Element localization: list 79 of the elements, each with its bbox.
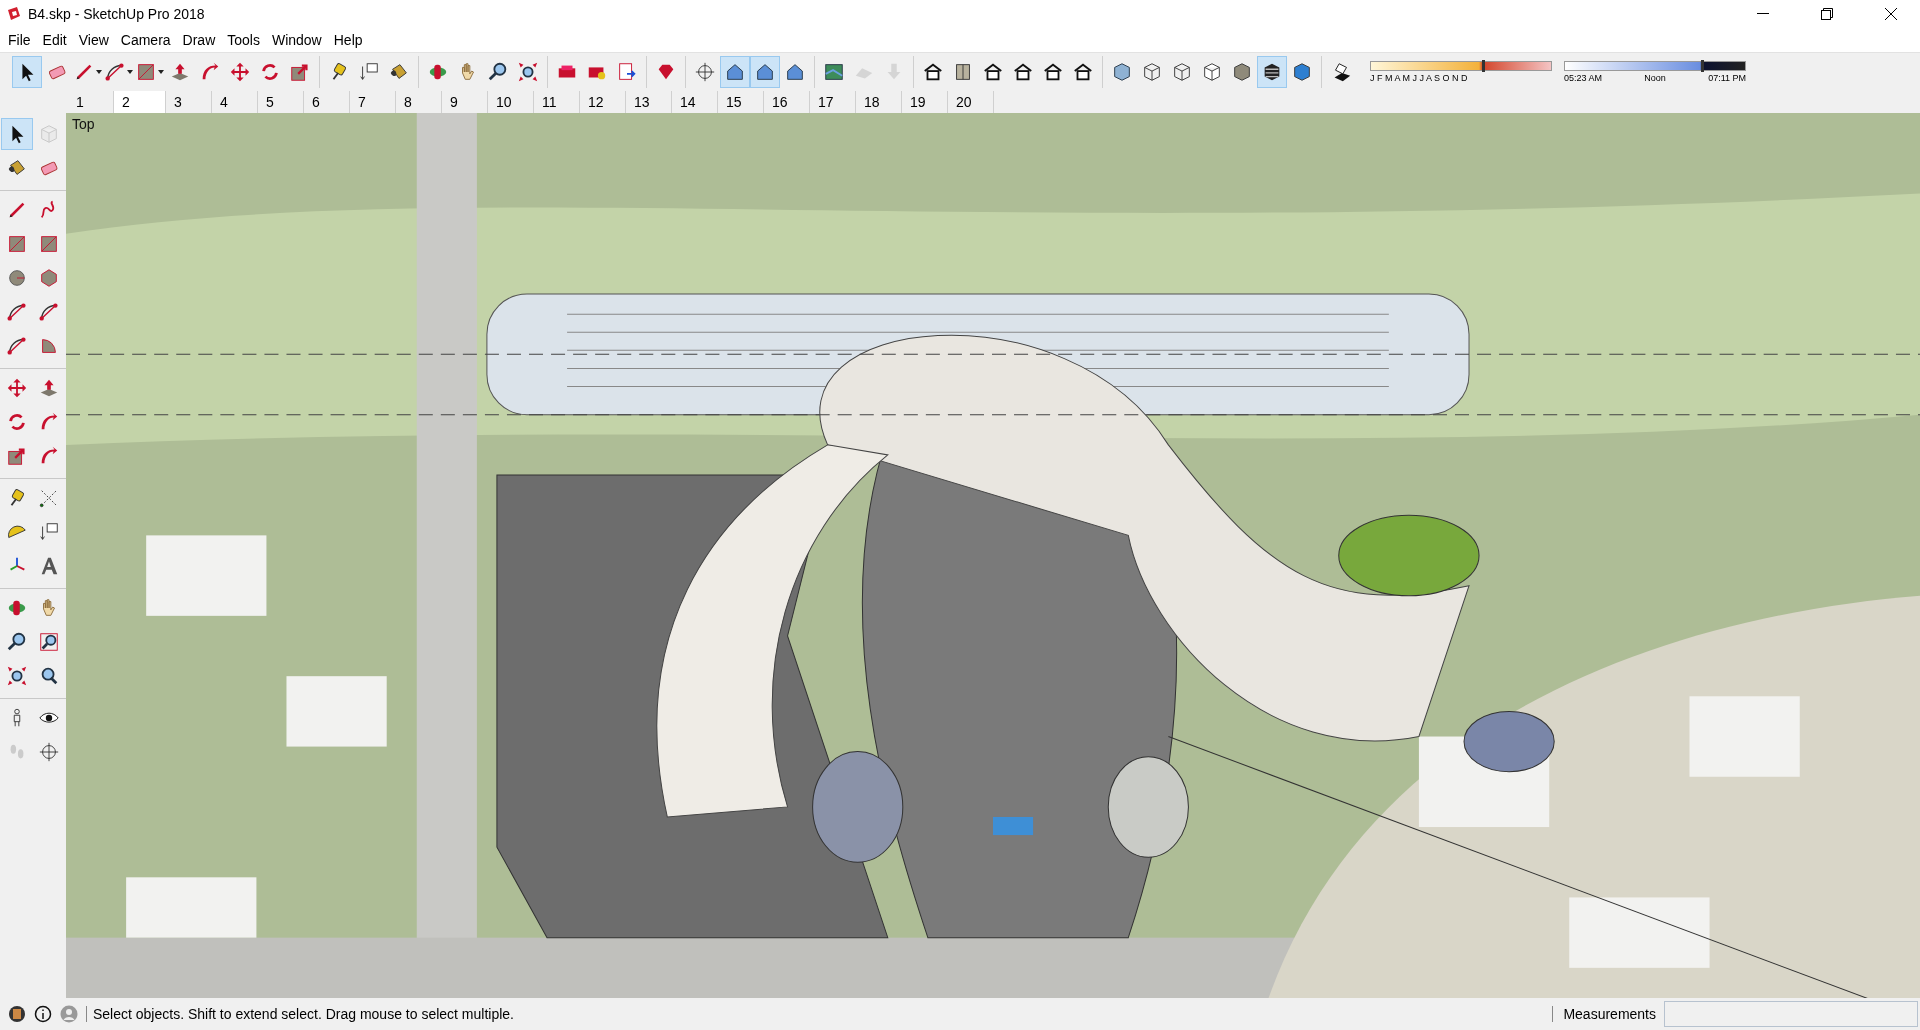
menu-item[interactable]: Help xyxy=(327,32,369,48)
date-slider[interactable] xyxy=(1370,61,1552,71)
tinted-cube-icon xyxy=(1291,61,1313,83)
minimize-icon xyxy=(1757,13,1769,15)
house-icon xyxy=(1012,61,1034,83)
wire-cube-icon xyxy=(1171,61,1193,83)
magnifier-arrows-icon xyxy=(517,61,539,83)
slider-thumb[interactable] xyxy=(1481,60,1485,72)
rotate-arrows-icon xyxy=(6,411,28,433)
wire-cube-icon xyxy=(1141,61,1163,83)
time-label: 05:23 AM xyxy=(1564,73,1603,83)
arc-icon xyxy=(6,301,28,323)
caret-icon[interactable] xyxy=(127,70,133,74)
push-pull-icon xyxy=(38,377,60,399)
rectangle-icon xyxy=(135,61,157,83)
house-icon xyxy=(982,61,1004,83)
four-way-arrow-icon xyxy=(6,377,28,399)
house-icon xyxy=(1042,61,1064,83)
menu-item[interactable]: File xyxy=(2,32,37,48)
solid-cube-icon xyxy=(1201,61,1223,83)
view-label: Top xyxy=(72,116,95,132)
measurements-label: Measurements xyxy=(1552,1006,1656,1022)
polygon-icon xyxy=(38,267,60,289)
crosshair-icon xyxy=(694,61,716,83)
menu-item[interactable]: View xyxy=(72,32,115,48)
restore-icon xyxy=(1821,8,1833,20)
house-shape-icon xyxy=(754,61,776,83)
document-arrow-icon xyxy=(616,61,638,83)
month-labels: J F M A M J J A S O N D xyxy=(1370,73,1469,83)
magnifier-icon xyxy=(487,61,509,83)
circle-icon xyxy=(6,267,28,289)
map-icon xyxy=(823,61,845,83)
menu-item[interactable]: Camera xyxy=(114,32,177,48)
house-icon xyxy=(1072,61,1094,83)
house-shape-tool-button[interactable] xyxy=(720,56,750,88)
house-shape-icon xyxy=(784,61,806,83)
crosshair-icon xyxy=(38,741,60,763)
status-message: Select objects. Shift to extend select. Drag mouse to select multiple. xyxy=(86,1006,1545,1022)
slider-thumb[interactable] xyxy=(1700,60,1704,72)
menu-item[interactable]: Draw xyxy=(176,32,222,48)
wire-box-icon xyxy=(38,123,60,145)
house-shape-tool-button[interactable] xyxy=(750,56,780,88)
menu-item[interactable]: Edit xyxy=(36,32,73,48)
translucent-cube-icon xyxy=(1111,61,1133,83)
badge-icon xyxy=(8,1005,26,1023)
rectangle-icon xyxy=(38,233,60,255)
magnifier-arrows-icon xyxy=(6,665,28,687)
caret-icon[interactable] xyxy=(96,70,102,74)
time-label: 07:11 PM xyxy=(1708,73,1746,83)
scene-tab[interactable]: 2 xyxy=(114,91,166,113)
label-icon xyxy=(358,61,380,83)
menu-item[interactable]: Tools xyxy=(221,32,266,48)
caret-icon[interactable] xyxy=(158,70,164,74)
scale-icon xyxy=(289,61,311,83)
rectangle-icon xyxy=(6,233,28,255)
close-icon xyxy=(1885,8,1897,20)
label-icon xyxy=(38,521,60,543)
striped-cube-tool-button[interactable] xyxy=(1257,56,1287,88)
four-way-arrow-icon xyxy=(229,61,251,83)
app-logo-icon xyxy=(6,6,22,22)
scale-icon xyxy=(6,445,28,467)
time-slider[interactable] xyxy=(1564,61,1746,71)
arrow-cursor-tool-button[interactable] xyxy=(12,56,42,88)
window-title: B4.skp - SketchUp Pro 2018 xyxy=(28,6,206,22)
magnifier-frame-icon xyxy=(38,631,60,653)
arc-icon xyxy=(6,335,28,357)
measurements-field[interactable] xyxy=(1664,1001,1918,1027)
rotate-arrows-icon xyxy=(259,61,281,83)
house-icon xyxy=(922,61,944,83)
arc-icon xyxy=(38,301,60,323)
menu-item[interactable]: Window xyxy=(265,32,328,48)
time-label: Noon xyxy=(1644,73,1666,83)
push-pull-icon xyxy=(169,61,191,83)
shaded-cube-icon xyxy=(1231,61,1253,83)
house-shape-icon xyxy=(724,61,746,83)
arc-icon xyxy=(104,61,126,83)
arrow-cursor-tool-button[interactable] xyxy=(1,118,33,150)
info-icon[interactable] xyxy=(34,1005,52,1023)
magnifier-icon xyxy=(6,631,28,653)
